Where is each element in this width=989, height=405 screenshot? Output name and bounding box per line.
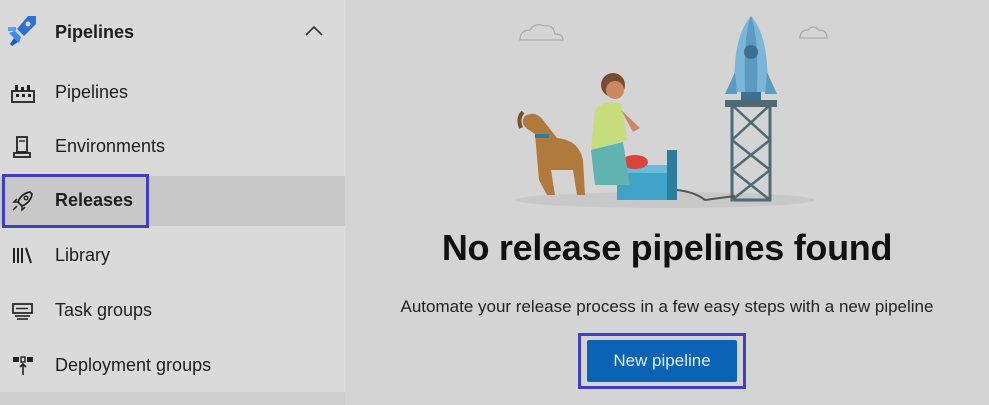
sidebar-item-deployment-groups[interactable]: Deployment groups: [0, 341, 345, 391]
sidebar-item-label: Pipelines: [55, 82, 129, 102]
sidebar-item-task-groups[interactable]: Task groups: [0, 286, 345, 336]
sidebar-footer: [0, 392, 345, 405]
library-icon: [13, 247, 32, 264]
sidebar-item-pipelines[interactable]: Pipelines: [0, 68, 345, 118]
sidebar-item-label: Environments: [55, 136, 166, 156]
sidebar-header-title: Pipelines: [55, 22, 135, 42]
sidebar-item-label: Deployment groups: [55, 355, 212, 375]
empty-state-illustration: [515, 16, 828, 208]
sidebar: Pipelines Pipelines Environments Release…: [0, 0, 345, 405]
sidebar-item-environments[interactable]: Environments: [0, 122, 345, 172]
azure-pipelines-logo-icon: [8, 16, 36, 46]
deployment-groups-icon: [13, 356, 33, 375]
new-pipeline-button[interactable]: New pipeline: [587, 340, 737, 382]
pipelines-icon: [11, 85, 35, 103]
releases-highlight-box: [2, 174, 149, 228]
task-groups-icon: [12, 303, 33, 320]
sidebar-item-library[interactable]: Library: [0, 231, 345, 281]
empty-state-description: Automate your release process in a few e…: [400, 297, 934, 316]
chevron-up-icon[interactable]: [303, 24, 325, 38]
sidebar-item-label: Task groups: [55, 300, 153, 320]
main-content: No release pipelines found Automate your…: [345, 0, 989, 405]
sidebar-header[interactable]: Pipelines: [0, 0, 345, 62]
empty-state-title: No release pipelines found: [441, 227, 893, 268]
environments-icon: [13, 136, 31, 158]
sidebar-item-label: Library: [55, 245, 111, 265]
